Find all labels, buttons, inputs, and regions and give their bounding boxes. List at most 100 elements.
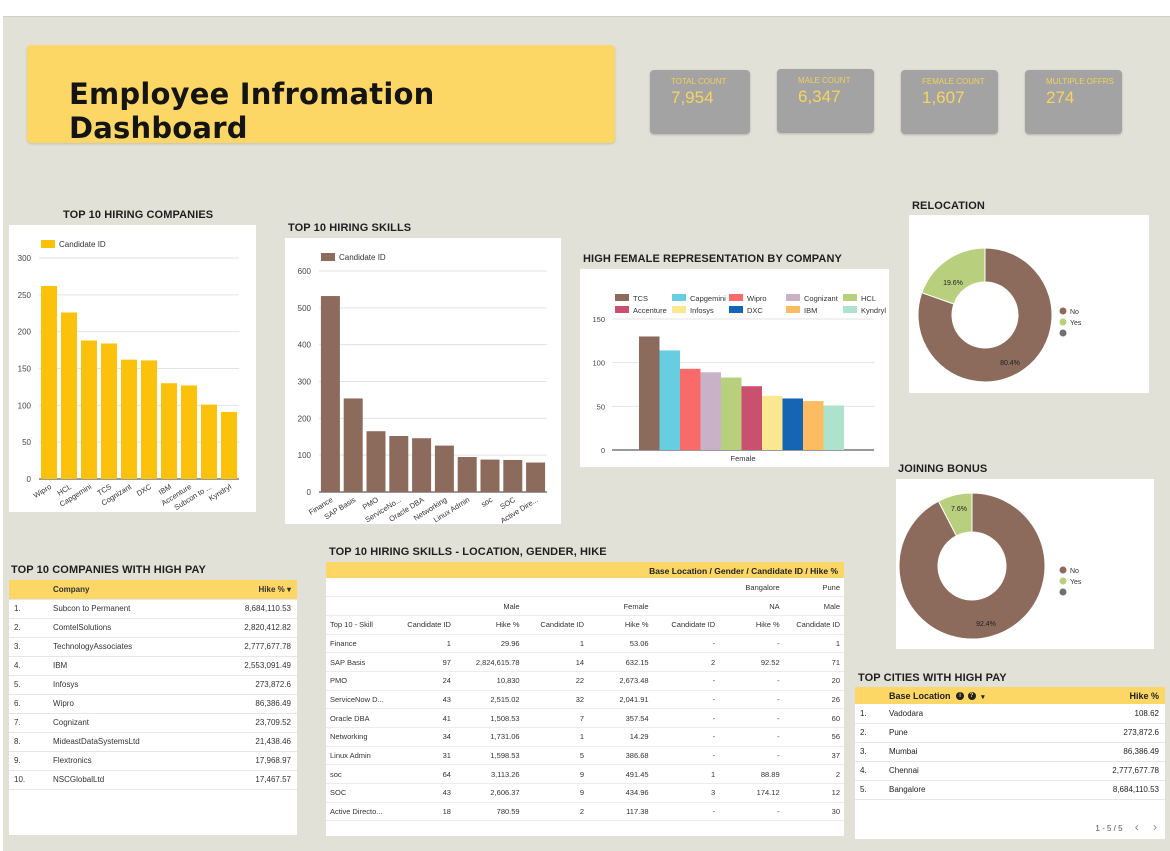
column-header-company[interactable]: Company <box>53 580 205 600</box>
next-page-icon[interactable]: › <box>1153 820 1157 834</box>
legend-label: Yes <box>1070 579 1082 586</box>
pivot-header-bar: Base Location / Gender / Candidate ID / … <box>326 562 844 578</box>
legend-label: No <box>1070 309 1079 316</box>
pivot-cell: Bangalore <box>719 578 784 598</box>
legend-label: Infosys <box>690 306 714 315</box>
row-rank: 3. <box>9 637 53 657</box>
y-tick-label: 0 <box>601 446 605 455</box>
legend-label: Candidate ID <box>339 253 386 262</box>
hike-value: 23,709.52 <box>204 713 297 733</box>
pivot-cell: Top 10 - Skill <box>326 615 391 635</box>
row-rank: 8. <box>9 732 53 752</box>
table-row[interactable]: 8. MideastDataSystemsLtd 21,438.46 <box>9 732 297 752</box>
pivot-cell: 780.59 <box>454 802 524 822</box>
y-tick-label: 150 <box>592 315 605 324</box>
companies-table: Company Hike % ▾ 1. Subcon to Permanent 8,… <box>9 580 297 790</box>
bar-infosys <box>762 395 783 450</box>
company-name: Subcon to Permanent <box>53 599 205 619</box>
table-row[interactable]: 1. Subcon to Permanent 8,684,110.53 <box>9 599 297 619</box>
table-row[interactable]: 10. NSCGlobalLtd 17,467.57 <box>9 770 297 790</box>
table-row[interactable]: 2. ComtelSolutions 2,820,412.82 <box>9 618 297 638</box>
pivot-cell: 31 <box>390 746 455 766</box>
table-row[interactable]: 4. IBM 2,553,091.49 <box>9 656 297 676</box>
table-row[interactable]: 3. Mumbai 86,386.49 <box>855 742 1165 762</box>
table-row[interactable]: 2. Pune 273,872.6 <box>855 723 1165 743</box>
pivot-cell <box>326 596 391 616</box>
table-row[interactable]: 9. Flextronics 17,968.97 <box>9 751 297 771</box>
legend-label: IBM <box>804 306 817 315</box>
table-row[interactable]: 5. Infosys 273,872.6 <box>9 675 297 695</box>
y-tick-label: 200 <box>18 328 32 337</box>
info-icon[interactable]: i <box>956 692 965 701</box>
hike-value: 273,872.6 <box>204 675 297 695</box>
bar-7 <box>480 459 500 492</box>
column-header-hike[interactable]: Hike % <box>1067 687 1165 704</box>
pivot-cell: - <box>719 634 784 654</box>
pivot-cell: 14 <box>523 652 589 672</box>
x-tick-label: Wipro <box>32 482 53 500</box>
legend-swatch <box>672 294 686 301</box>
y-tick-label: 300 <box>298 378 312 387</box>
table-row[interactable]: 1. Vadodara 108.62 <box>855 704 1165 724</box>
row-rank: 2. <box>9 618 53 638</box>
bar-ibm <box>803 401 824 450</box>
legend-swatch <box>786 294 800 301</box>
kpi-value: 1,607 <box>922 88 965 107</box>
y-tick-label: 100 <box>592 359 605 368</box>
pivot-cell: 2 <box>652 652 720 672</box>
bar-capgemini <box>659 350 680 450</box>
sort-arrow-icon[interactable]: ▾ <box>981 694 985 701</box>
table-row[interactable]: 6. Wipro 86,386.49 <box>9 694 297 714</box>
joining-bonus-title: JOINING BONUS <box>898 463 988 475</box>
pivot-cell: 5 <box>523 746 589 766</box>
legend-label: HCL <box>861 294 876 303</box>
bar-0 <box>41 285 57 479</box>
row-rank: 7. <box>9 713 53 733</box>
y-tick-label: 50 <box>22 438 31 447</box>
pivot-cell: Hike % <box>719 615 784 635</box>
bar-7 <box>181 385 197 479</box>
pivot-cell: Candidate ID <box>390 615 455 635</box>
hike-value: 8,684,110.53 <box>204 599 297 619</box>
female-representation-chart: TCS Capgemini Wipro Cognizant HCL Accenture In… <box>580 269 889 467</box>
table-row[interactable]: 3. TechnologyAssociates 2,777,677.78 <box>9 637 297 657</box>
pivot-cell: Candidate ID <box>652 615 720 635</box>
y-tick-label: 200 <box>298 414 312 423</box>
column-header-base-location[interactable]: Base Location i ? ▾ <box>889 687 1067 704</box>
pivot-cell <box>523 596 589 616</box>
row-rank: 2. <box>855 723 889 743</box>
prev-page-icon[interactable]: ‹ <box>1135 820 1139 834</box>
table-row: Linux Admin 31 1,598.53 5 386.68- -37 <box>326 746 844 766</box>
pivot-cell: - <box>719 746 784 766</box>
table-row: PMO 24 10,830 22 2,673.48- -20 <box>326 671 844 691</box>
bar-4 <box>412 438 432 492</box>
high-pay-companies-title: TOP 10 COMPANIES WITH HIGH PAY <box>11 564 206 576</box>
slice-label-no: 92.4% <box>976 621 996 628</box>
pivot-cell: - <box>719 802 784 822</box>
row-rank: 3. <box>855 742 889 762</box>
help-icon[interactable]: ? <box>967 692 976 701</box>
pivot-cell <box>523 578 589 598</box>
pivot-cell: 357.54 <box>588 708 653 728</box>
pivot-cell: 1 <box>783 634 844 654</box>
pivot-cell: 1,731.06 <box>454 727 524 747</box>
table-row[interactable]: 7. Cognizant 23,709.52 <box>9 713 297 733</box>
company-name: Infosys <box>53 675 205 695</box>
bar-5 <box>434 445 454 492</box>
legend-label: Cognizant <box>804 294 839 303</box>
table-row[interactable]: 5. Bangalore 8,684,110.53 <box>855 780 1165 800</box>
pivot-cell: Candidate ID <box>783 615 844 635</box>
company-name: Cognizant <box>53 713 205 733</box>
table-row[interactable]: 4. Chennai 2,777,677.78 <box>855 761 1165 781</box>
legend-dot <box>1059 577 1067 585</box>
pivot-cell: Male <box>454 596 524 616</box>
bar-2 <box>81 340 97 479</box>
pivot-cell: ServiceNow D... <box>326 690 391 710</box>
legend-label: Capgemini <box>690 294 726 303</box>
bar-kyndryl <box>823 405 844 450</box>
pivot-cell: 117.38 <box>588 802 653 822</box>
column-header-hike-sort[interactable]: Hike % ▾ <box>204 580 297 600</box>
pivot-cell: soc <box>326 764 391 785</box>
pivot-column-header-row: Top 10 - Skill Candidate ID Hike % Candidat… <box>326 615 844 635</box>
cities-grid: Base Location i ? ▾ Hike % 1. Vadodara 108… <box>855 687 1165 800</box>
